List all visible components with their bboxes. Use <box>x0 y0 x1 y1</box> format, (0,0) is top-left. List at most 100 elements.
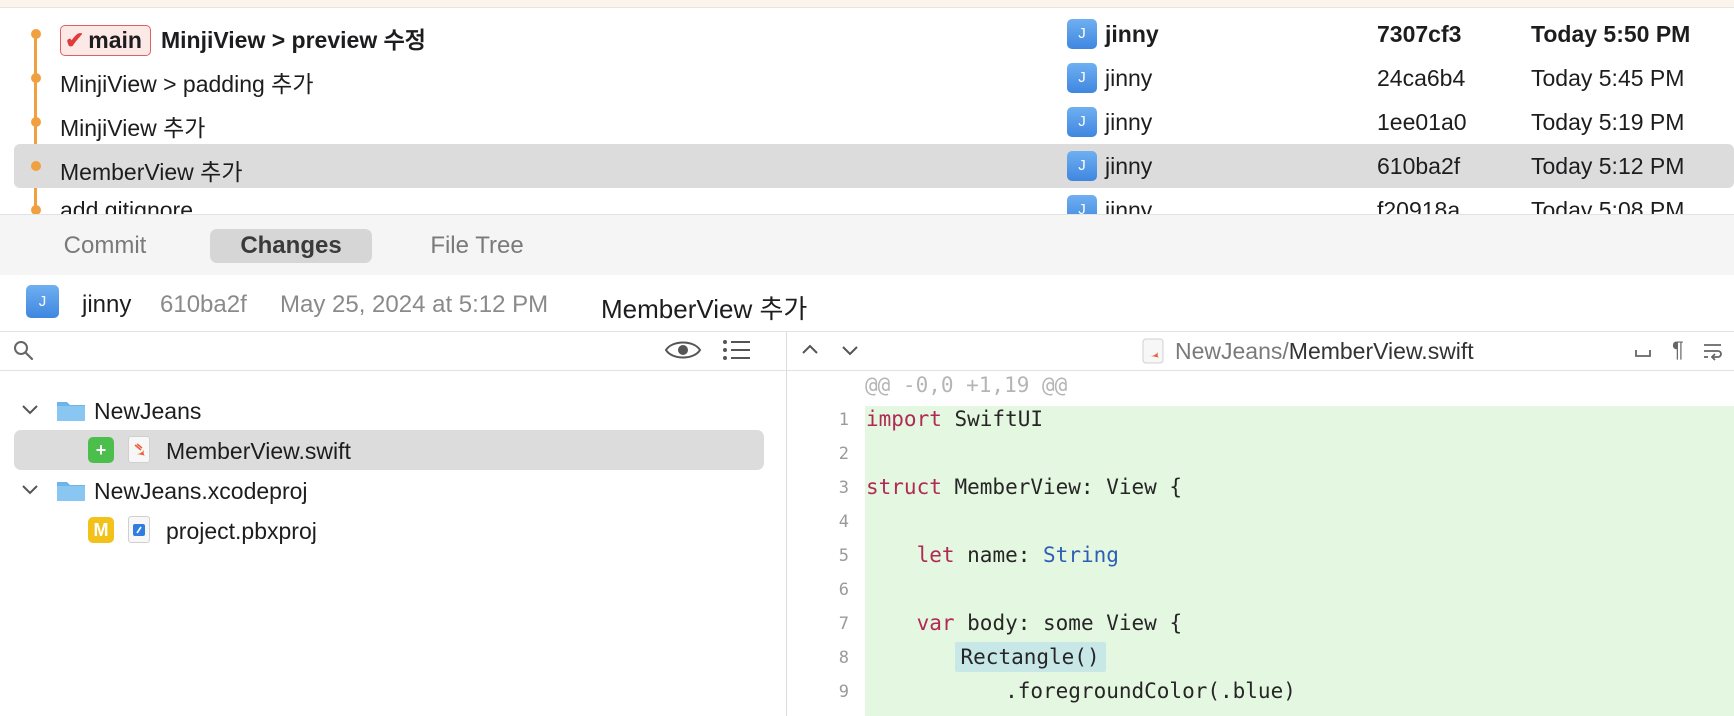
code-line: Rectangle() <box>866 642 1106 672</box>
code-line: struct MemberView: View { <box>866 475 1182 499</box>
pilcrow-icon[interactable]: ¶ <box>1672 337 1684 363</box>
modified-badge: M <box>88 517 114 543</box>
line-number: 7 <box>838 614 849 634</box>
tree-folder-xcodeproj[interactable]: NewJeans.xcodeproj <box>14 470 764 510</box>
code-keyword: let <box>916 543 955 567</box>
commit-hash: 7307cf3 <box>1377 21 1462 47</box>
line-number: 5 <box>838 546 849 566</box>
tree-file-memberview[interactable]: + MemberView.swift <box>14 430 764 470</box>
avatar: J <box>1067 107 1097 137</box>
diff-panel: NewJeans/MemberView.swift ¶ @@ -0,0 +1,1… <box>787 332 1734 716</box>
line-number: 3 <box>838 478 849 498</box>
search-icon[interactable] <box>12 339 36 363</box>
wrap-lines-icon[interactable] <box>1701 340 1725 362</box>
tree-item-label: NewJeans.xcodeproj <box>94 478 308 504</box>
commit-message: MemberView 추가 <box>60 159 243 185</box>
commit-hash[interactable]: 610ba2f <box>160 291 247 319</box>
code-type: String <box>1043 543 1119 567</box>
tree-file-pbxproj[interactable]: M project.pbxproj <box>14 510 764 550</box>
commit-author: jinny <box>1105 197 1153 214</box>
chevron-down-icon[interactable] <box>20 481 40 499</box>
file-path: NewJeans/MemberView.swift <box>1175 338 1474 365</box>
line-number: 1 <box>838 410 849 430</box>
code-text: MemberView: View { <box>941 475 1183 499</box>
commit-graph-dot <box>31 205 41 214</box>
tab-changes[interactable]: Changes <box>210 229 372 263</box>
code-text: body: some View { <box>954 611 1183 635</box>
commit-history-list[interactable]: ✔ main MinjiView > preview 수정 J jinny 7307… <box>0 8 1734 214</box>
commit-date: Today 5:12 PM <box>1531 153 1685 179</box>
line-number: 6 <box>838 580 849 600</box>
commit-date: Today 5:08 PM <box>1531 197 1685 214</box>
folder-icon <box>57 402 85 421</box>
code-line: .foregroundColor(.blue) <box>866 679 1296 703</box>
tab-commit[interactable]: Commit <box>40 229 170 263</box>
file-filter-bar <box>0 332 786 371</box>
inspector-tab-bar: Commit Changes File Tree <box>0 214 1734 276</box>
commit-author: jinny <box>1105 109 1153 135</box>
swift-file-icon <box>128 436 150 463</box>
show-whitespace-icon[interactable] <box>1633 342 1653 360</box>
chevron-up-icon[interactable] <box>799 340 821 360</box>
commit-author: jinny <box>1105 65 1153 91</box>
commit-hash: 610ba2f <box>1377 153 1461 179</box>
line-number: 2 <box>838 444 849 464</box>
commit-date: Today 5:50 PM <box>1531 21 1691 47</box>
path-file: MemberView.swift <box>1288 338 1474 364</box>
chevron-down-icon[interactable] <box>20 401 40 419</box>
commit-row-selected[interactable]: MemberView 추가 J jinny 610ba2f Today 5:12… <box>14 144 1734 188</box>
commit-date: May 25, 2024 at 5:12 PM <box>280 291 549 318</box>
added-badge: + <box>88 437 114 463</box>
branch-badge[interactable]: ✔ main <box>60 25 151 56</box>
commit-graph-dot <box>31 161 41 171</box>
code-text: name: <box>954 543 1044 567</box>
commit-row[interactable]: MinjiView 추가 J jinny 1ee01a0 Today 5:19 … <box>14 100 1734 144</box>
folder-icon <box>57 482 85 501</box>
changed-files-panel: NewJeans + MemberView.swift NewJeans.xco… <box>0 332 787 716</box>
commit-message: MinjiView 추가 <box>60 115 206 141</box>
highlighted-code: Rectangle() <box>954 642 1106 672</box>
branch-name: main <box>88 27 142 53</box>
code-line: var body: some View { <box>866 611 1183 635</box>
code-keyword: import <box>866 407 942 431</box>
commit-author: jinny <box>82 291 132 318</box>
eye-icon[interactable] <box>664 337 702 363</box>
commit-graph-dot <box>31 117 41 127</box>
commit-graph-dot <box>31 29 41 39</box>
commit-hash: 1ee01a0 <box>1377 109 1467 135</box>
code-line: let name: String <box>866 543 1119 567</box>
code-line: import SwiftUI <box>866 407 1043 431</box>
tree-folder-newjeans[interactable]: NewJeans <box>14 390 764 430</box>
code-keyword: var <box>916 611 955 635</box>
line-number: 9 <box>838 682 849 702</box>
path-directory: NewJeans <box>1175 338 1283 364</box>
hunk-header: @@ -0,0 +1,19 @@ <box>865 373 1068 397</box>
commit-message-group: ✔ main MinjiView > preview 수정 <box>60 21 426 56</box>
commit-hash: 24ca6b4 <box>1377 65 1466 91</box>
commit-row[interactable]: MinjiView > padding 추가 J jinny 24ca6b4 T… <box>14 56 1734 100</box>
diff-code-view[interactable]: @@ -0,0 +1,19 @@ 1 2 3 4 5 6 7 8 9 impor… <box>787 370 1734 716</box>
chevron-down-icon[interactable] <box>839 340 861 360</box>
list-icon[interactable] <box>722 338 752 362</box>
tree-item-label: project.pbxproj <box>166 518 317 544</box>
code-keyword: struct <box>866 475 942 499</box>
avatar: J <box>1067 195 1097 214</box>
commit-row[interactable]: add gitignore J jinny f20918a Today 5:08… <box>14 188 1734 214</box>
commit-message: MinjiView > padding 추가 <box>60 71 314 97</box>
commit-info-header: J jinny 610ba2f May 25, 2024 at 5:12 PM … <box>0 275 1734 332</box>
code-text: SwiftUI <box>941 407 1044 431</box>
avatar: J <box>26 285 59 318</box>
tab-file-tree[interactable]: File Tree <box>410 229 544 263</box>
avatar: J <box>1067 19 1097 49</box>
checkmark-icon: ✔ <box>65 27 85 53</box>
tree-item-label: NewJeans <box>94 398 202 424</box>
commit-hash: f20918a <box>1377 197 1461 214</box>
window-top-edge <box>0 0 1734 8</box>
swift-file-icon <box>1142 338 1164 364</box>
tree-item-label: MemberView.swift <box>166 438 351 464</box>
line-number: 4 <box>838 512 849 532</box>
commit-row[interactable]: ✔ main MinjiView > preview 수정 J jinny 7307… <box>14 12 1734 56</box>
